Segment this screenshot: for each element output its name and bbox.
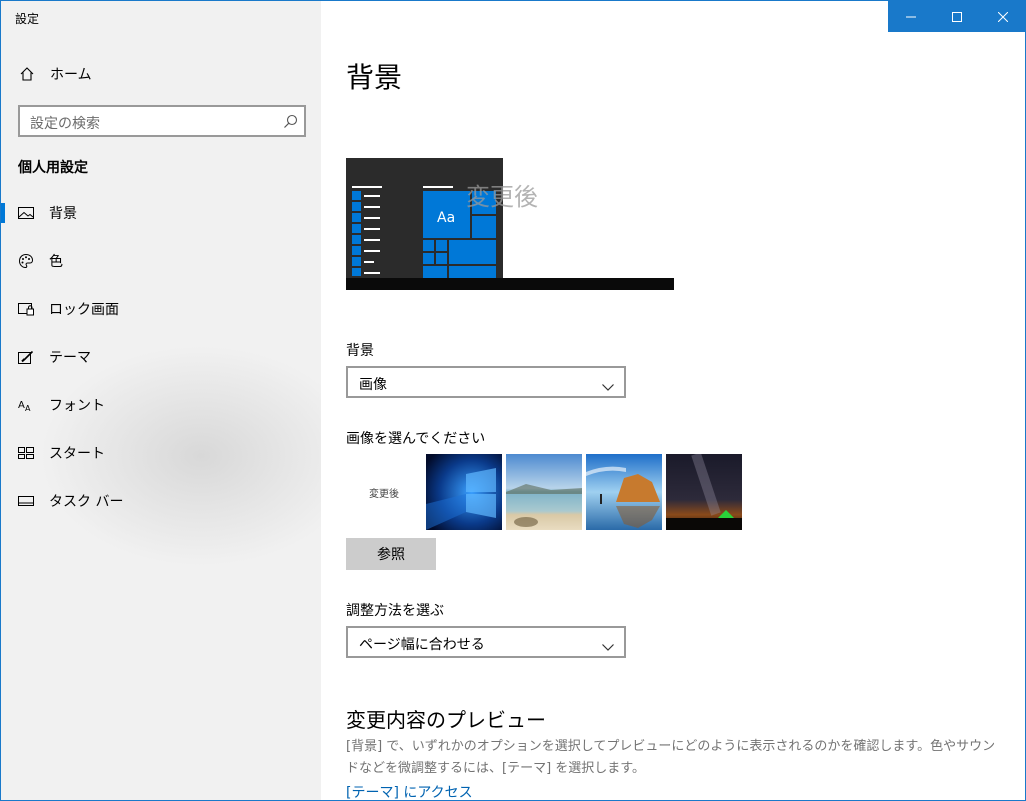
preview-overlay-text: 変更後 <box>466 183 538 211</box>
section-title: 個人用設定 <box>18 160 88 176</box>
preview-tile-text: Aa <box>437 210 455 226</box>
sidebar-item-label: テーマ <box>49 350 91 366</box>
lock-screen-icon <box>18 301 34 317</box>
font-icon: AA <box>18 397 34 413</box>
background-type-dropdown[interactable]: 画像 <box>346 366 626 398</box>
background-type-label: 背景 <box>346 343 374 359</box>
sidebar-item-themes[interactable]: テーマ <box>1 339 321 375</box>
sidebar-item-label: ロック画面 <box>49 302 119 318</box>
sidebar-item-label: スタート <box>49 446 105 462</box>
search-input[interactable]: 設定の検索 <box>18 105 306 137</box>
page-title: 背景 <box>346 61 403 94</box>
start-icon <box>18 445 34 461</box>
home-button[interactable]: ホーム <box>19 63 92 85</box>
search-placeholder: 設定の検索 <box>30 116 100 132</box>
fit-dropdown[interactable]: ページ幅に合わせる <box>346 626 626 658</box>
app-title: 設定 <box>15 12 40 26</box>
recent-picture-thumbnail-5[interactable] <box>666 454 742 530</box>
preview-description: [背景] で、いずれかのオプションを選択してプレビューにどのように表示されるのか… <box>346 739 996 776</box>
picture-icon <box>18 205 34 221</box>
recent-picture-thumbnail-2[interactable] <box>426 454 502 530</box>
desktop-preview: Aa 変更後 <box>346 158 674 290</box>
settings-window: 設定 ホーム 設定の検索 個人用設定 背景 色 ロック画面 テーマ A A フォ… <box>0 0 1026 801</box>
fit-label: 調整方法を選ぶ <box>346 603 444 619</box>
theme-brush-icon <box>18 349 34 365</box>
taskbar-icon <box>18 493 34 509</box>
minimize-icon <box>906 7 916 26</box>
sidebar-item-colors[interactable]: 色 <box>1 243 321 279</box>
sidebar-item-start[interactable]: スタート <box>1 435 321 471</box>
sidebar-item-taskbar[interactable]: タスク バー <box>1 483 321 519</box>
close-button[interactable] <box>980 1 1025 32</box>
sidebar-item-label: 色 <box>49 254 63 270</box>
sidebar-item-label: フォント <box>49 398 105 414</box>
background-type-value: 画像 <box>359 377 387 393</box>
sidebar: 設定 ホーム 設定の検索 個人用設定 背景 色 ロック画面 テーマ A A フォ… <box>1 1 321 800</box>
search-icon[interactable] <box>283 114 298 129</box>
sidebar-item-label: 背景 <box>49 206 77 222</box>
recent-picture-thumbnail-3[interactable] <box>506 454 582 530</box>
recent-picture-thumbnail-4[interactable] <box>586 454 662 530</box>
close-icon <box>997 7 1009 26</box>
palette-icon <box>18 253 34 269</box>
browse-button[interactable]: 参照 <box>346 538 436 570</box>
svg-text:A: A <box>18 400 25 411</box>
svg-text:A: A <box>25 404 31 412</box>
recent-picture-thumbnail-1[interactable]: 変更後 <box>346 454 422 530</box>
chevron-down-icon <box>602 637 614 651</box>
chevron-down-icon <box>602 377 614 391</box>
sidebar-item-background[interactable]: 背景 <box>1 195 321 231</box>
home-label: ホーム <box>50 67 92 83</box>
fit-value: ページ幅に合わせる <box>359 637 485 653</box>
preview-section-title: 変更内容のプレビュー <box>346 708 546 732</box>
home-icon <box>19 66 35 82</box>
maximize-icon <box>952 7 962 26</box>
sidebar-item-lock-screen[interactable]: ロック画面 <box>1 291 321 327</box>
thumbnail-text: 変更後 <box>369 488 399 500</box>
sidebar-item-fonts[interactable]: AA フォント <box>1 387 321 423</box>
choose-picture-label: 画像を選んでください <box>346 431 486 447</box>
theme-link[interactable]: [テーマ] にアクセス <box>346 782 473 800</box>
sidebar-item-label: タスク バー <box>49 494 124 510</box>
maximize-button[interactable] <box>934 1 980 32</box>
minimize-button[interactable] <box>888 1 934 32</box>
